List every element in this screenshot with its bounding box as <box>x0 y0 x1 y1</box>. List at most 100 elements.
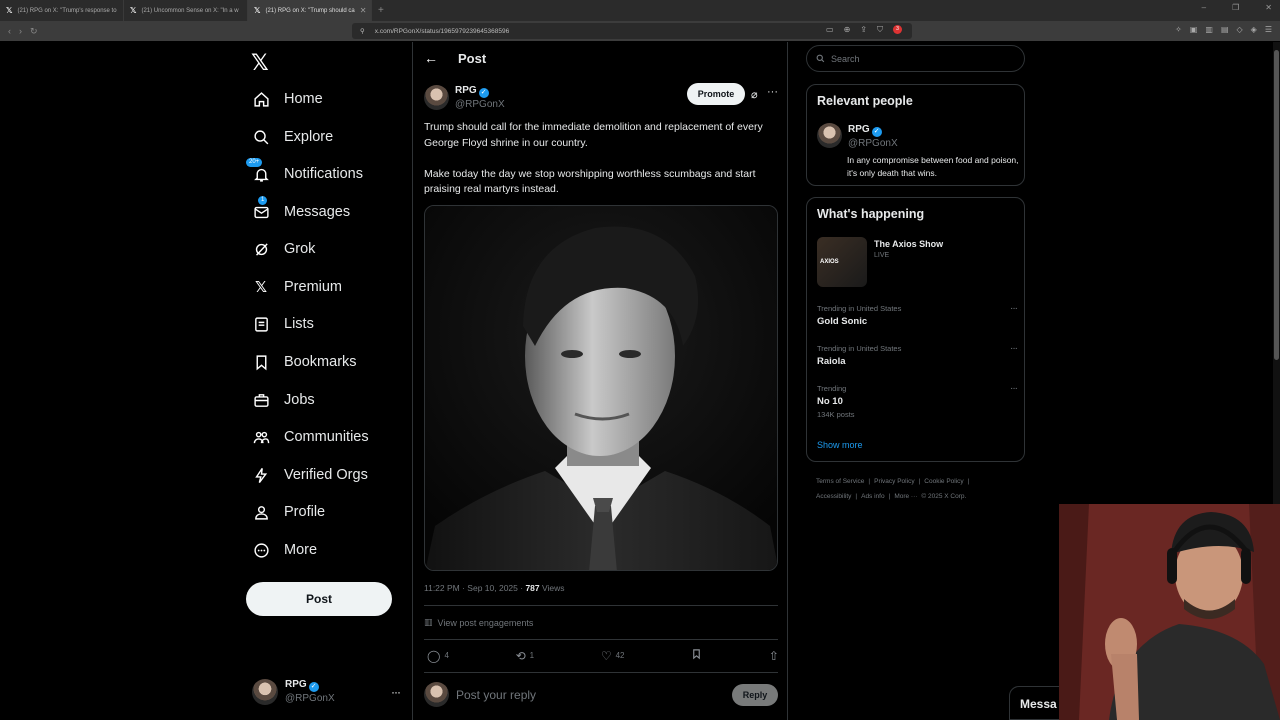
footer-link[interactable]: Accessibility <box>816 493 851 500</box>
shield-icon[interactable]: ⛉ <box>877 25 883 35</box>
search-box[interactable] <box>806 45 1025 72</box>
trend-item[interactable]: Trending No 10 134K posts ··· <box>817 383 1018 419</box>
nav-item-home[interactable]: Home <box>252 90 323 108</box>
view-engagements-link[interactable]: ▥ View post engagements <box>424 617 533 628</box>
search-input[interactable] <box>831 53 1011 64</box>
nav-label: Profile <box>284 504 326 520</box>
like-action[interactable]: ♡ 42 <box>601 649 625 663</box>
trend-category: Trending in United States <box>817 344 902 353</box>
nav-item-notifications[interactable]: 20+ Notifications <box>246 158 363 183</box>
vpn-icon[interactable]: ◈ <box>1251 25 1257 34</box>
live-status: LIVE <box>874 252 890 259</box>
share-action[interactable]: ⇧ <box>769 649 779 663</box>
reply-button[interactable]: Reply <box>732 683 778 706</box>
more-dots-icon[interactable]: ··· <box>1010 343 1018 354</box>
nav-item-grok[interactable]: Grok <box>252 240 315 258</box>
relevant-person[interactable]: RPG ✓ @RPGonX <box>817 123 898 150</box>
scrollbar-thumb[interactable] <box>1274 50 1279 360</box>
browser-tab-active[interactable]: 𝕏 (21) RPG on X: "Trump should ca ✕ <box>248 0 372 21</box>
tweet-paragraph: Make today the day we stop worshipping w… <box>424 167 756 196</box>
heart-icon: ♡ <box>600 648 612 663</box>
author-handle[interactable]: @RPGonX <box>455 98 505 111</box>
reply-action[interactable]: ◯ 4 <box>427 649 449 663</box>
reply-input[interactable] <box>456 687 696 702</box>
footer-link[interactable]: Cookie Policy <box>924 478 963 485</box>
footer-link[interactable]: Privacy Policy <box>874 478 914 485</box>
browser-tab[interactable]: 𝕏 (21) RPG on X: "Trump's response to <box>0 0 124 21</box>
wallet-icon[interactable]: ▣ <box>1190 25 1198 34</box>
person-handle[interactable]: @RPGonX <box>848 137 898 150</box>
x-logo-icon[interactable]: 𝕏 <box>251 50 269 76</box>
nav-item-more[interactable]: More <box>252 541 317 559</box>
nav-item-premium[interactable]: 𝕏 Premium <box>252 278 342 296</box>
reload-icon[interactable]: ↻ <box>30 26 38 37</box>
nav-item-jobs[interactable]: Jobs <box>252 391 315 409</box>
nav-item-communities[interactable]: Communities <box>252 428 369 446</box>
nav-label: Lists <box>284 316 314 332</box>
forward-nav-icon[interactable]: › <box>19 26 22 36</box>
grok-icon[interactable]: ⌀ <box>751 88 758 101</box>
nav-item-explore[interactable]: Explore <box>252 128 333 146</box>
nav-item-verified-orgs[interactable]: Verified Orgs <box>252 466 368 484</box>
person-name[interactable]: RPG <box>848 124 870 135</box>
browser-tab[interactable]: 𝕏 (21) Uncommon Sense on X: "In a w <box>124 0 248 21</box>
share-icon[interactable]: ⇪ <box>860 25 867 35</box>
restore-icon[interactable]: ❐ <box>1232 3 1239 12</box>
close-window-icon[interactable]: ✕ <box>1265 3 1272 12</box>
account-name: RPG <box>285 679 307 690</box>
avatar[interactable] <box>424 85 449 110</box>
sidebar-icon[interactable]: ▥ <box>1205 25 1213 34</box>
extensions-icon[interactable]: ✧ <box>1175 25 1182 34</box>
trend-item[interactable]: Trending in United States Raiola ··· <box>817 343 1018 367</box>
mail-icon: 1 <box>252 196 270 221</box>
minimize-icon[interactable]: – <box>1202 3 1206 12</box>
show-more-link[interactable]: Show more <box>817 440 863 450</box>
nav-item-bookmarks[interactable]: Bookmarks <box>252 353 357 371</box>
tweet-timestamp[interactable]: 11:22 PM · Sep 10, 2025 · <box>424 583 525 593</box>
nav-item-messages[interactable]: 1 Messages <box>252 196 351 221</box>
menu-icon[interactable]: ☰ <box>1265 25 1272 34</box>
bookmark-action[interactable] <box>691 648 702 663</box>
lightning-icon <box>252 466 270 484</box>
cast-icon[interactable]: ▭ <box>826 25 834 35</box>
tab-icon[interactable]: ▤ <box>1221 25 1229 34</box>
avatar <box>252 678 278 705</box>
nav-item-profile[interactable]: Profile <box>252 503 325 521</box>
more-dots-icon[interactable]: ··· <box>767 86 778 98</box>
grok-icon <box>252 240 270 258</box>
repost-action[interactable]: ⟲ 1 <box>516 649 535 663</box>
footer-link[interactable]: Ads info <box>861 493 885 500</box>
nav-label: Messages <box>284 204 351 220</box>
footer-sep: | <box>967 478 970 485</box>
streamer-video <box>1059 504 1280 720</box>
footer-link[interactable]: More ··· <box>894 493 917 500</box>
live-event[interactable]: AXIOS The Axios Show LIVE <box>817 237 1017 289</box>
more-dots-icon[interactable]: ··· <box>1010 303 1018 314</box>
post-button[interactable]: Post <box>246 582 392 616</box>
extension-badge[interactable]: 3 <box>892 25 902 34</box>
tweet-author[interactable]: RPG ✓ @RPGonX <box>424 84 505 111</box>
more-circle-icon <box>252 541 270 559</box>
nav-item-lists[interactable]: Lists <box>252 315 314 333</box>
avatar[interactable] <box>817 123 842 148</box>
promote-button[interactable]: Promote <box>687 83 745 105</box>
author-name[interactable]: RPG <box>455 85 477 96</box>
analytics-icon: ▥ <box>424 617 433 627</box>
more-dots-icon[interactable]: ··· <box>1010 383 1018 394</box>
zoom-icon[interactable]: ⊕ <box>844 25 851 35</box>
verified-badge-icon: ✓ <box>871 127 882 137</box>
footer-link[interactable]: Terms of Service <box>816 478 864 485</box>
back-nav-icon[interactable]: ‹ <box>8 26 11 36</box>
close-tab-icon[interactable]: ✕ <box>360 6 367 15</box>
url-text: x.com/RPGonX/status/1965979239645368596 <box>374 27 510 35</box>
site-info-icon[interactable]: ⚲ <box>360 27 365 35</box>
account-switcher[interactable]: RPG ✓ @RPGonX ··· <box>252 678 401 705</box>
back-arrow-icon[interactable]: ← <box>424 50 438 66</box>
trend-count: 134K posts <box>817 410 855 419</box>
leo-icon[interactable]: ◇ <box>1237 25 1243 34</box>
trend-item[interactable]: Trending in United States Gold Sonic ··· <box>817 303 1018 327</box>
new-tab-icon[interactable]: + <box>372 5 390 16</box>
tweet-image[interactable] <box>424 205 778 571</box>
like-count: 42 <box>615 651 625 660</box>
more-dots-icon[interactable]: ··· <box>391 685 401 699</box>
